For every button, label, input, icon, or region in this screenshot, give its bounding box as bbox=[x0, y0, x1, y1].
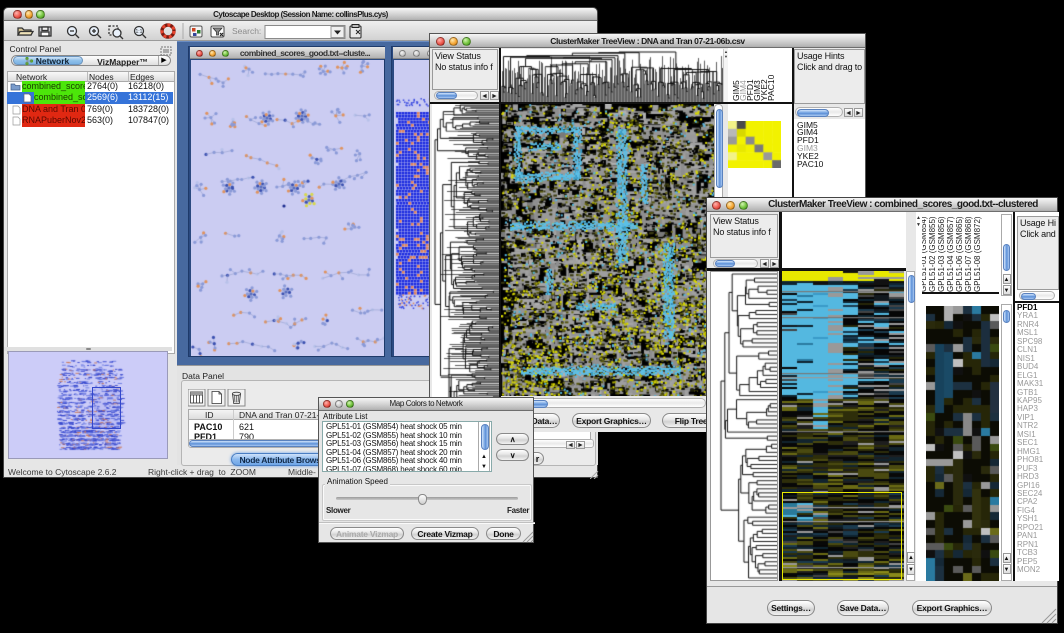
svg-text:GPL51-08 (GSM872): GPL51-08 (GSM872) bbox=[973, 216, 982, 292]
svg-text:GPL51-07 (GSM868): GPL51-07 (GSM868) bbox=[964, 216, 973, 292]
svg-text:GPL51-06 (GSM865): GPL51-06 (GSM865) bbox=[955, 216, 964, 292]
svg-text:PAC10: PAC10 bbox=[766, 74, 776, 101]
svg-text:1:1: 1:1 bbox=[136, 29, 143, 35]
svg-text:GPL51-02 (GSM855): GPL51-02 (GSM855) bbox=[928, 216, 937, 292]
svg-text:GPL51-03 (GSM856): GPL51-03 (GSM856) bbox=[937, 216, 946, 292]
svg-text:GPL51-04 (GSM857): GPL51-04 (GSM857) bbox=[946, 216, 955, 292]
svg-text:Search:: Search: bbox=[232, 26, 261, 36]
